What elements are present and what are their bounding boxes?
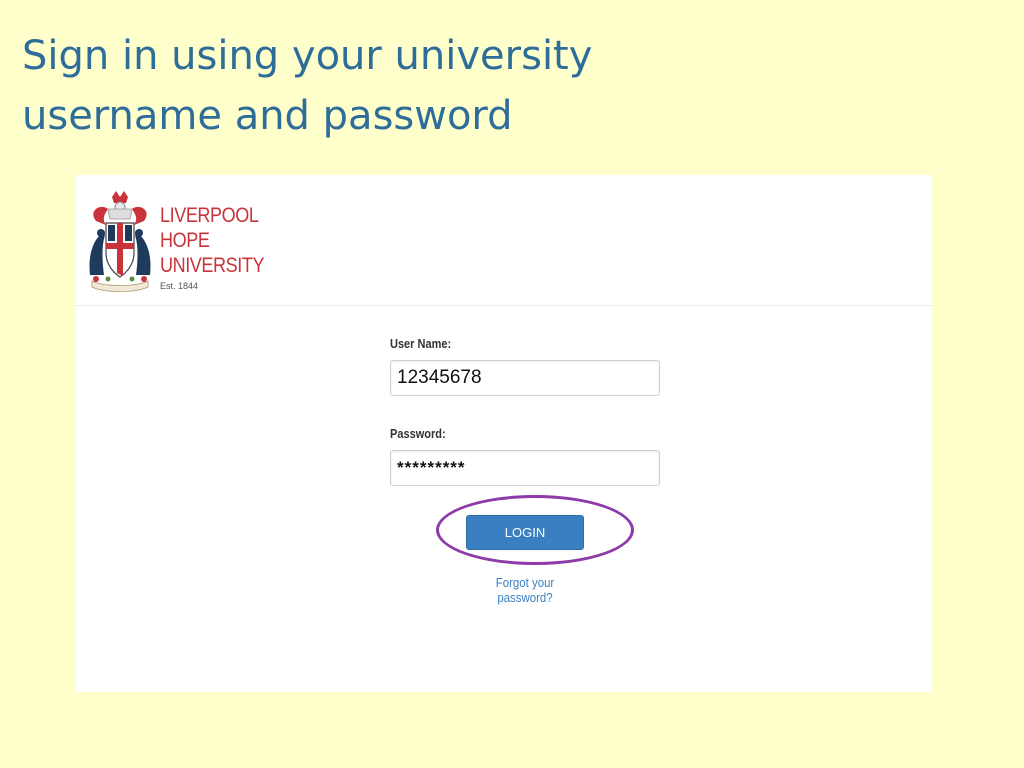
username-input[interactable]	[390, 360, 660, 396]
slide-title-line-2: username and password	[22, 93, 513, 139]
login-page-header: LIVERPOOL HOPE UNIVERSITY Est. 1844	[76, 175, 932, 306]
university-wordmark: LIVERPOOL HOPE UNIVERSITY	[160, 203, 265, 278]
university-crest-icon	[89, 191, 151, 292]
wordmark-line-3: UNIVERSITY	[160, 254, 265, 277]
forgot-password-link[interactable]: Forgot your password?	[468, 575, 582, 605]
slide-title-line-1: Sign in using your university	[22, 33, 593, 79]
password-input[interactable]	[390, 450, 660, 486]
password-label: Password:	[390, 427, 446, 441]
wordmark-line-1: LIVERPOOL	[160, 204, 259, 227]
login-button[interactable]: LOGIN	[466, 515, 584, 550]
slide-title: Sign in using your university username a…	[22, 26, 722, 146]
login-page-screenshot: LIVERPOOL HOPE UNIVERSITY Est. 1844 User…	[76, 175, 932, 692]
established-year: Est. 1844	[160, 281, 199, 291]
wordmark-line-2: HOPE	[160, 229, 210, 252]
username-label: User Name:	[390, 337, 452, 351]
